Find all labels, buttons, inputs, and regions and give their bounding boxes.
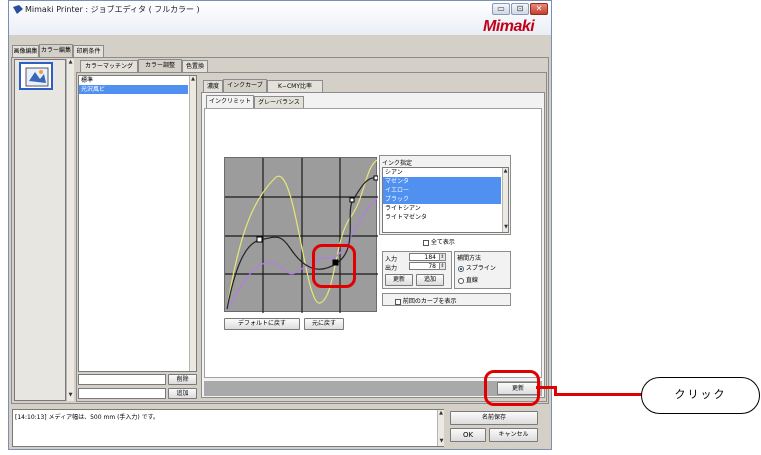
tab-k-cmy-ratio[interactable]: K−CMY比率 — [267, 80, 323, 92]
tab-print-conditions[interactable]: 印刷条件 — [73, 45, 104, 57]
status-scrollbar[interactable]: ▲ ▼ — [437, 410, 444, 446]
update-button-highlight — [484, 370, 540, 406]
radio-unchecked-icon[interactable] — [458, 277, 464, 284]
list-item[interactable]: シアン — [383, 168, 508, 177]
thumbnail-icon — [25, 67, 49, 87]
show-all-label: 全て表示 — [430, 239, 455, 246]
cancel-button[interactable]: キャンセル — [489, 428, 538, 442]
tab-gray-balance[interactable]: グレーバランス — [254, 96, 304, 108]
list-item[interactable]: ライトシアン — [383, 204, 508, 213]
save-as-button[interactable]: 名前保存 — [450, 411, 538, 425]
tab-color-replace[interactable]: 色置換 — [182, 60, 208, 72]
maximize-button[interactable]: ⊡ — [511, 3, 529, 15]
radio-linear[interactable]: 直線 — [458, 275, 478, 284]
io-add-button[interactable]: 追加 — [416, 274, 444, 286]
prev-curve-label: 前回のカーブを表示 — [402, 298, 457, 305]
spinner-icon[interactable]: ⇕ — [439, 262, 446, 270]
radio-spline-label: スプライン — [465, 265, 496, 272]
preset-scrollbar[interactable]: ▲ — [189, 76, 196, 371]
list-item-selected[interactable]: マゼンタ — [383, 177, 501, 186]
scroll-up-icon[interactable]: ▲ — [190, 76, 196, 83]
list-item-selected[interactable]: 光沢風ビ — [79, 85, 188, 94]
thumbnail-list — [14, 59, 66, 401]
prev-curve-checkbox[interactable]: 前回のカーブを表示 — [382, 293, 511, 306]
thumbnail-item[interactable] — [19, 62, 53, 90]
list-item[interactable]: 標準 — [79, 76, 196, 85]
interp-panel: 補間方法 スプライン 直線 — [454, 251, 511, 289]
scroll-up-icon[interactable]: ▲ — [67, 59, 74, 66]
scroll-down-icon[interactable]: ▼ — [438, 438, 445, 445]
checkbox-box[interactable] — [423, 239, 429, 246]
mimaki-logo: Mimaki — [483, 18, 535, 35]
window-title: Mimaki Printer : ジョブエディタ ( フルカラー ) — [25, 5, 200, 14]
title-bar: Mimaki Printer : ジョブエディタ ( フルカラー ) ▭ ⊡ ✕… — [9, 1, 551, 35]
show-all-checkbox[interactable]: 全て表示 — [423, 237, 455, 246]
selected-point-highlight — [312, 244, 356, 288]
close-button[interactable]: ✕ — [530, 3, 548, 15]
ink-select-panel: インク指定 シアン マゼンタ イエロー ブラック ライトシアン ライトマゼンタ … — [379, 155, 511, 235]
io-panel: 入力 184 ⇕ 出力 78 ⇕ 更新 追加 — [382, 251, 452, 289]
delete-button[interactable]: 削除 — [168, 374, 197, 385]
scroll-down-icon[interactable]: ▼ — [67, 392, 74, 399]
list-item-selected[interactable]: イエロー — [383, 186, 501, 195]
ink-curve-graph[interactable] — [224, 157, 378, 313]
callout-connector — [536, 386, 557, 396]
ok-button[interactable]: OK — [450, 428, 486, 442]
curve-point[interactable] — [256, 236, 263, 243]
ink-scrollbar[interactable]: ▲ ▼ — [502, 168, 508, 232]
minimize-button[interactable]: ▭ — [492, 3, 510, 15]
reset-default-button[interactable]: デフォルトに戻す — [224, 318, 300, 330]
tab-ink-curve[interactable]: インクカーブ — [223, 79, 267, 92]
preset-list[interactable]: 標準 光沢風ビ ▲ — [78, 75, 197, 372]
tab-density[interactable]: 濃度 — [203, 80, 223, 92]
scroll-up-icon[interactable]: ▲ — [438, 410, 444, 417]
ink-select-header: インク指定 — [382, 160, 413, 167]
restore-button[interactable]: 元に戻す — [304, 318, 344, 330]
preset-name-input-1[interactable] — [78, 374, 166, 385]
app-icon — [13, 5, 23, 14]
scroll-up-icon[interactable]: ▲ — [503, 168, 508, 175]
interp-label: 補間方法 — [457, 255, 482, 262]
tab-color-adjust[interactable]: カラー調整 — [138, 59, 182, 72]
status-log: [14:10:13] メディア幅は、500 mm (手入力) です。 — [12, 409, 444, 447]
output-label: 出力 — [385, 265, 398, 272]
add-button[interactable]: 追加 — [168, 388, 197, 399]
list-item-selected[interactable]: ブラック — [383, 195, 501, 204]
click-callout: クリック — [641, 377, 760, 414]
preset-name-input-2[interactable] — [78, 388, 166, 399]
tab-image-edit[interactable]: 画像編集 — [12, 45, 39, 57]
tab-color-matching[interactable]: カラーマッチング — [80, 60, 138, 72]
checkbox-box[interactable] — [395, 298, 401, 305]
callout-line — [555, 393, 642, 396]
tab-color-edit[interactable]: カラー編集 — [39, 44, 73, 57]
ink-list[interactable]: シアン マゼンタ イエロー ブラック ライトシアン ライトマゼンタ ▲ ▼ — [382, 167, 509, 233]
radio-linear-label: 直線 — [465, 277, 478, 284]
input-label: 入力 — [385, 256, 398, 263]
io-update-button[interactable]: 更新 — [385, 274, 413, 286]
curve-canvas[interactable] — [225, 158, 378, 313]
curve-point[interactable] — [373, 175, 378, 181]
radio-checked-icon[interactable] — [458, 265, 464, 272]
spinner-icon[interactable]: ⇕ — [439, 253, 446, 261]
radio-spline[interactable]: スプライン — [458, 263, 496, 272]
list-item[interactable]: ライトマゼンタ — [383, 213, 508, 222]
tab-ink-limit[interactable]: インクリミット — [206, 95, 254, 108]
thumbnail-scrollbar[interactable]: ▲ ▼ — [66, 59, 74, 401]
curve-point[interactable] — [349, 197, 355, 203]
scroll-down-icon[interactable]: ▼ — [503, 224, 509, 231]
